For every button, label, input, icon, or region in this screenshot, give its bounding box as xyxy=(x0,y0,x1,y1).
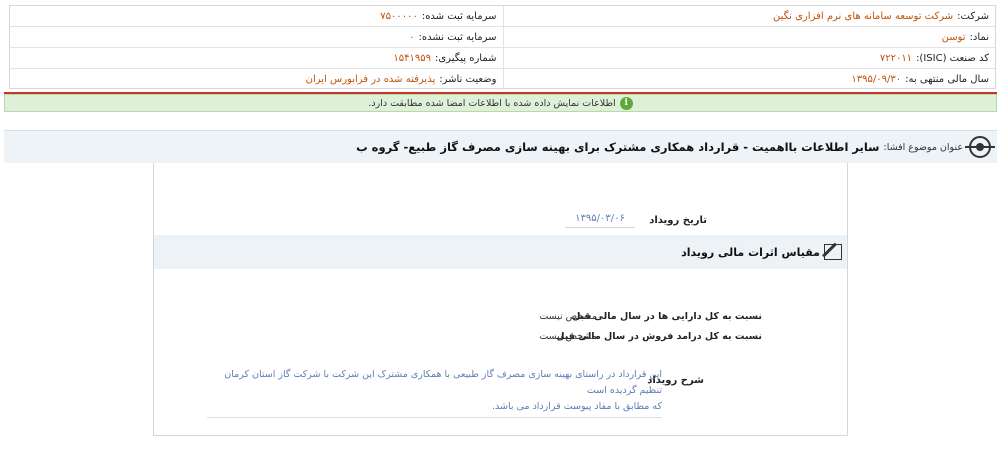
target-icon xyxy=(965,136,995,158)
ratio-row: نسبت به کل دارایی ها در سال مالی قبل مشخ… xyxy=(154,311,847,329)
isic-value: ۷۲۲۰۱۱ xyxy=(879,52,913,64)
fiscal-year-label: سال مالی منتهی به: xyxy=(905,74,989,85)
info-row: سال مالی منتهی به: ۱۳۹۵/۰۹/۳۰ وضعیت ناشر… xyxy=(10,69,995,90)
info-row: نماد: توسن سرمایه ثبت نشده: ۰ xyxy=(10,27,995,48)
publisher-status-value: پذیرفته شده در فرابورس ایران xyxy=(305,74,436,85)
tracking-cell: شماره پیگیری: ۱۵۴۱۹۵۹ xyxy=(10,48,503,68)
ratio-value: مشخص نیست xyxy=(539,311,597,322)
event-date-value: ۱۳۹۵/۰۳/۰۶ xyxy=(565,213,635,228)
company-value: شرکت توسعه سامانه های نرم افزاری نگین xyxy=(773,10,954,22)
ratio-label: نسبت به کل دارایی ها در سال مالی قبل xyxy=(572,311,762,322)
unregistered-capital-value: ۰ xyxy=(409,31,415,43)
subject-bar: عنوان موضوع افشا: سایر اطلاعات بااهمیت -… xyxy=(4,130,997,163)
subject-title: سایر اطلاعات بااهمیت - قرارداد همکاری مش… xyxy=(356,140,880,154)
registered-capital-value: ۷۵۰۰۰۰۰ xyxy=(380,10,418,22)
ratio-value: مشخص نیست xyxy=(539,331,597,342)
registered-capital-cell: سرمایه ثبت شده: ۷۵۰۰۰۰۰ xyxy=(10,6,503,26)
alert-text: اطلاعات نمایش داده شده با اطلاعات امضا ش… xyxy=(368,97,616,109)
company-cell: شرکت: شرکت توسعه سامانه های نرم افزاری ن… xyxy=(502,6,996,26)
description-text: این قرارداد در راستای بهینه سازی مصرف گا… xyxy=(207,367,662,418)
info-icon: i xyxy=(619,96,633,110)
symbol-cell: نماد: توسن xyxy=(502,27,996,47)
fiscal-year-cell: سال مالی منتهی به: ۱۳۹۵/۰۹/۳۰ xyxy=(502,69,996,90)
financial-impact-section: مقیاس اثرات مالی رویداد xyxy=(154,235,847,269)
event-date-row: تاریخ رویداد ۱۳۹۵/۰۳/۰۶ xyxy=(154,207,847,231)
info-row: شرکت: شرکت توسعه سامانه های نرم افزاری ن… xyxy=(10,6,995,27)
edit-icon xyxy=(824,244,842,260)
publisher-status-cell: وضعیت ناشر: پذیرفته شده در فرابورس ایران xyxy=(10,69,503,90)
tracking-value: ۱۵۴۱۹۵۹ xyxy=(393,52,431,64)
section-title: مقیاس اثرات مالی رویداد xyxy=(681,245,820,259)
unregistered-capital-cell: سرمایه ثبت نشده: ۰ xyxy=(10,27,503,47)
isic-label: کد صنعت (ISIC): xyxy=(916,52,989,64)
symbol-label: نماد: xyxy=(969,31,989,43)
publisher-status-label: وضعیت ناشر: xyxy=(439,74,497,85)
info-row: کد صنعت (ISIC): ۷۲۲۰۱۱ شماره پیگیری: ۱۵۴… xyxy=(10,48,995,69)
unregistered-capital-label: سرمایه ثبت نشده: xyxy=(418,31,497,43)
registered-capital-label: سرمایه ثبت شده: xyxy=(421,10,497,22)
event-panel: تاریخ رویداد ۱۳۹۵/۰۳/۰۶ مقیاس اثرات مالی… xyxy=(153,163,848,436)
company-info-table: شرکت: شرکت توسعه سامانه های نرم افزاری ن… xyxy=(9,5,996,90)
symbol-value: توسن xyxy=(941,31,966,43)
isic-cell: کد صنعت (ISIC): ۷۲۲۰۱۱ xyxy=(502,48,996,68)
event-date-label: تاریخ رویداد xyxy=(649,215,707,226)
ratio-row: نسبت به کل درامد فروش در سال مالی قبل مش… xyxy=(154,331,847,349)
description-line: این قرارداد در راستای بهینه سازی مصرف گا… xyxy=(224,369,662,396)
company-label: شرکت: xyxy=(957,10,989,22)
tracking-label: شماره پیگیری: xyxy=(434,52,497,64)
fiscal-year-value: ۱۳۹۵/۰۹/۳۰ xyxy=(851,74,902,85)
subject-label: عنوان موضوع افشا: xyxy=(883,141,964,153)
description-line: که مطابق با مفاد پیوست قرارداد می باشد. xyxy=(492,401,662,412)
verification-alert: i اطلاعات نمایش داده شده با اطلاعات امضا… xyxy=(4,94,997,112)
